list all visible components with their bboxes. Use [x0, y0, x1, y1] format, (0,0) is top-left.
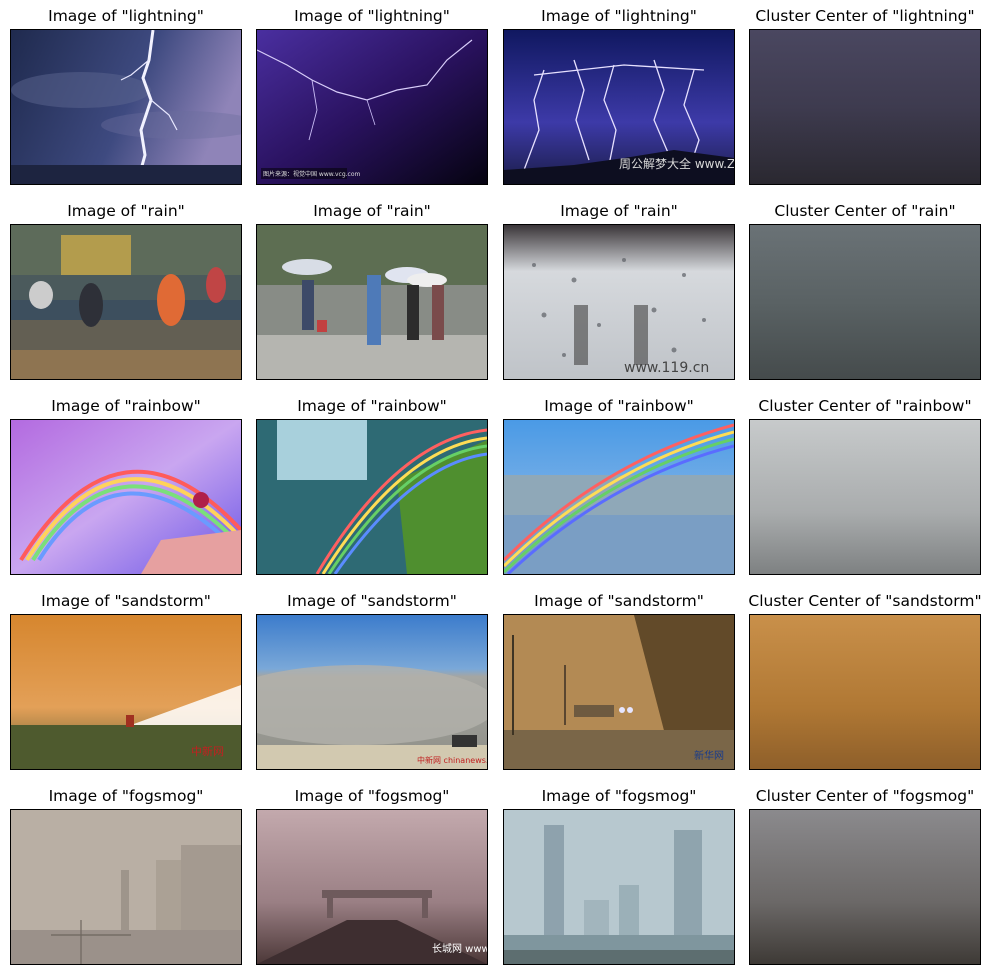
- rainbow-photo-2: [256, 419, 488, 575]
- panel-title: Cluster Center of "rainbow": [758, 397, 972, 415]
- fogsmog-photo-1: [10, 809, 242, 965]
- lightning-photo-1: [10, 29, 242, 185]
- panel-title: Image of "lightning": [541, 7, 697, 25]
- panel-title: Image of "rainbow": [544, 397, 694, 415]
- rainbow-cluster-center: [749, 419, 981, 575]
- lightning-photo-3: 周公解梦大全 www.ZGjiemeng.com: [503, 29, 735, 185]
- rainbow-photo-3: [503, 419, 735, 575]
- panel-title: Image of "rainbow": [51, 397, 201, 415]
- lightning-cluster-center: [749, 29, 981, 185]
- panel-title: Image of "sandstorm": [534, 592, 704, 610]
- watermark-text: 长城网 www.hebei.com.cn: [432, 943, 487, 955]
- sandstorm-cluster-center: [749, 614, 981, 770]
- panel-title: Cluster Center of "sandstorm": [748, 592, 982, 610]
- panel-title: Image of "lightning": [294, 7, 450, 25]
- watermark-text: 中新网 chinanews.com: [417, 755, 487, 765]
- panel-title: Image of "sandstorm": [41, 592, 211, 610]
- watermark-text: 周公解梦大全 www.ZGjiemeng.com: [619, 156, 734, 171]
- sandstorm-photo-3: 新华网: [503, 614, 735, 770]
- panel-title: Image of "rain": [67, 202, 185, 220]
- panel-title: Image of "fogsmog": [541, 787, 697, 805]
- watermark-text: 中新网: [191, 744, 224, 758]
- watermark-text: www.119.cn: [624, 360, 709, 376]
- panel-title: Image of "rainbow": [297, 397, 447, 415]
- rain-cluster-center: [749, 224, 981, 380]
- watermark-text: 图片来源：视觉中国 www.vcg.com: [263, 170, 361, 178]
- sandstorm-photo-1: 中新网: [10, 614, 242, 770]
- rain-photo-3: www.119.cn: [503, 224, 735, 380]
- fogsmog-photo-2: 长城网 www.hebei.com.cn: [256, 809, 488, 965]
- panel-title: Cluster Center of "lightning": [755, 7, 975, 25]
- panel-title: Cluster Center of "fogsmog": [755, 787, 975, 805]
- figure-grid: Image of "lightning" Image of "lightning…: [0, 0, 999, 975]
- sandstorm-photo-2: 中新网 chinanews.com: [256, 614, 488, 770]
- rain-photo-2: [256, 224, 488, 380]
- fogsmog-photo-3: [503, 809, 735, 965]
- watermark-text: 新华网: [694, 749, 724, 762]
- panel-title: Image of "fogsmog": [294, 787, 450, 805]
- rain-photo-1: [10, 224, 242, 380]
- panel-title: Image of "rain": [560, 202, 678, 220]
- panel-title: Image of "sandstorm": [287, 592, 457, 610]
- panel-title: Cluster Center of "rain": [774, 202, 956, 220]
- panel-title: Image of "lightning": [48, 7, 204, 25]
- panel-title: Image of "fogsmog": [48, 787, 204, 805]
- fogsmog-cluster-center: [749, 809, 981, 965]
- lightning-photo-2: 图片来源：视觉中国 www.vcg.com: [256, 29, 488, 185]
- panel-title: Image of "rain": [313, 202, 431, 220]
- rainbow-photo-1: [10, 419, 242, 575]
